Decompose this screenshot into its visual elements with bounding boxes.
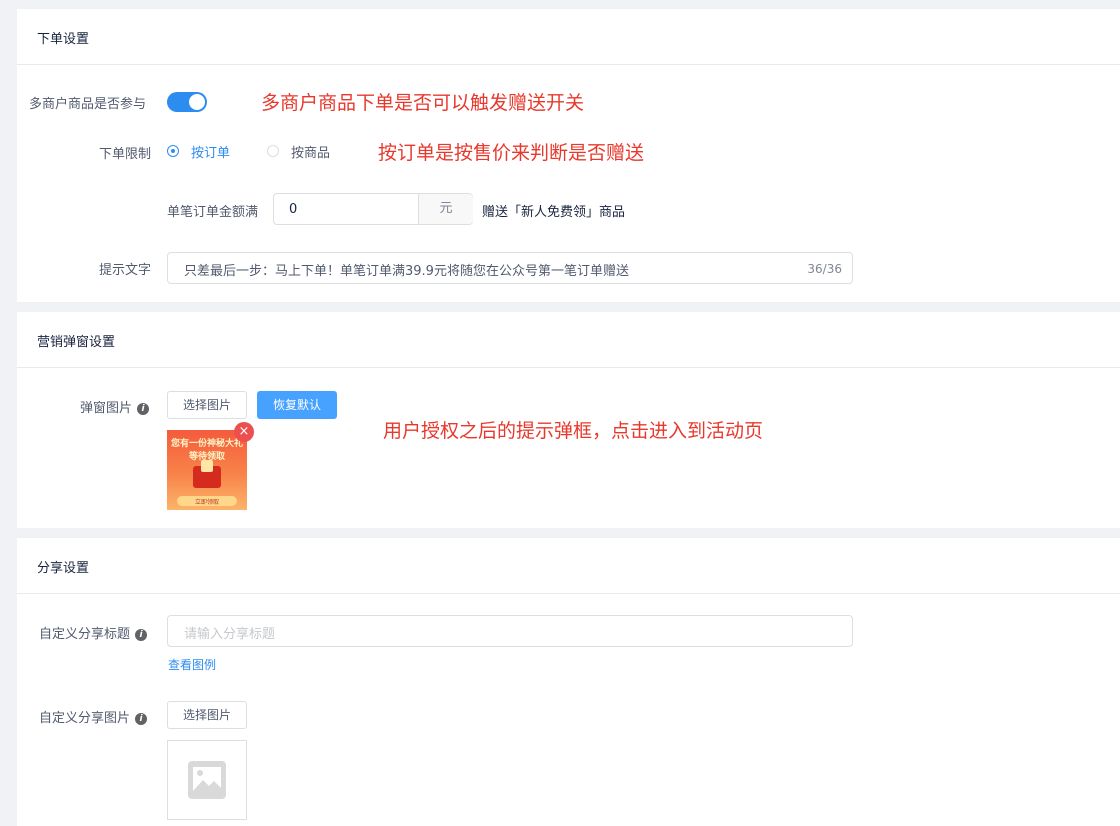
choose-image-button[interactable]: 选择图片 (167, 391, 247, 419)
popup-settings-title: 营销弹窗设置 (37, 335, 116, 350)
amount-unit-addon: 元 (418, 194, 473, 224)
radio-button-unchecked (267, 145, 279, 157)
hint-text-input[interactable]: 只差最后一步：马上下单！单笔订单满39.9元将随您在公众号第一笔订单赠送 36/… (167, 252, 853, 284)
radio-option-by-product[interactable]: 按商品 (267, 140, 337, 161)
share-title-input[interactable]: 请输入分享标题 (167, 615, 853, 647)
multi-merchant-toggle[interactable] (167, 92, 207, 112)
hint-text-label: 提示文字 (99, 263, 152, 278)
thumbnail-button: 立即领取 (177, 496, 237, 506)
share-choose-image-button[interactable]: 选择图片 (167, 701, 247, 729)
order-amount-label: 单笔订单金额满 (167, 205, 259, 220)
order-amount-input[interactable]: 0 (289, 202, 297, 217)
image-placeholder-icon (188, 761, 226, 799)
popup-image-thumbnail: 您有一份神秘大礼 等待领取 立即领取 (167, 430, 247, 510)
multi-merchant-annotation: 多商户商品下单是否可以触发赠送开关 (261, 92, 585, 114)
order-amount-input-group: 0 元 (273, 193, 473, 225)
thumbnail-button-label: 立即领取 (194, 499, 219, 506)
share-title-label: 自定义分享标题 i (39, 623, 148, 642)
share-settings-title: 分享设置 (37, 561, 90, 576)
radio-option-by-order[interactable]: 按订单 (167, 140, 237, 161)
popup-settings-header: 营销弹窗设置 (17, 312, 1120, 368)
toggle-knob (189, 94, 205, 110)
radio-button-checked (167, 145, 179, 157)
radio-by-product-label: 按商品 (291, 146, 331, 161)
thumbnail-envelope (201, 460, 213, 472)
share-settings-card: 分享设置 自定义分享标题 i 请输入分享标题 查看图例 自定义分享图片 i 选择图片 (17, 538, 1120, 826)
info-icon: i (135, 713, 148, 725)
order-settings-header: 下单设置 (17, 9, 1120, 65)
share-title-placeholder: 请输入分享标题 (184, 627, 276, 642)
radio-by-order-label: 按订单 (191, 146, 231, 161)
remove-image-button[interactable]: × (234, 422, 254, 442)
share-settings-header: 分享设置 (17, 538, 1120, 594)
info-icon: i (137, 403, 150, 415)
amount-unit: 元 (439, 201, 453, 216)
order-limit-label: 下单限制 (99, 147, 152, 162)
hint-text-value: 只差最后一步：马上下单！单笔订单满39.9元将随您在公众号第一笔订单赠送 (184, 264, 629, 279)
popup-settings-card: 营销弹窗设置 弹窗图片 i 选择图片 恢复默认 用户授权之后的提示弹框，点击进入到… (17, 312, 1120, 528)
close-icon: × (238, 424, 250, 439)
popup-image-label: 弹窗图片 i (80, 397, 150, 416)
share-image-label-text: 自定义分享图片 (39, 711, 131, 726)
share-image-placeholder[interactable] (167, 740, 247, 820)
popup-annotation: 用户授权之后的提示弹框，点击进入到活动页 (383, 420, 764, 442)
order-limit-annotation: 按订单是按售价来判断是否赠送 (378, 142, 645, 164)
thumbnail-text-top: 您有一份神秘大礼 (171, 439, 244, 449)
share-title-label-text: 自定义分享标题 (39, 627, 131, 642)
popup-image-label-text: 弹窗图片 (80, 401, 133, 416)
info-icon: i (135, 629, 148, 641)
order-settings-title: 下单设置 (37, 32, 90, 47)
restore-default-button[interactable]: 恢复默认 (257, 391, 337, 419)
hint-text-counter: 36/36 (807, 262, 842, 276)
order-amount-suffix: 赠送「新人免费领」商品 (482, 205, 626, 220)
multi-merchant-label: 多商户商品是否参与 (29, 97, 147, 112)
view-example-link[interactable]: 查看图例 (168, 656, 216, 673)
order-settings-card: 下单设置 多商户商品是否参与 多商户商品下单是否可以触发赠送开关 下单限制 按订… (17, 9, 1120, 302)
share-image-label: 自定义分享图片 i (39, 707, 148, 726)
